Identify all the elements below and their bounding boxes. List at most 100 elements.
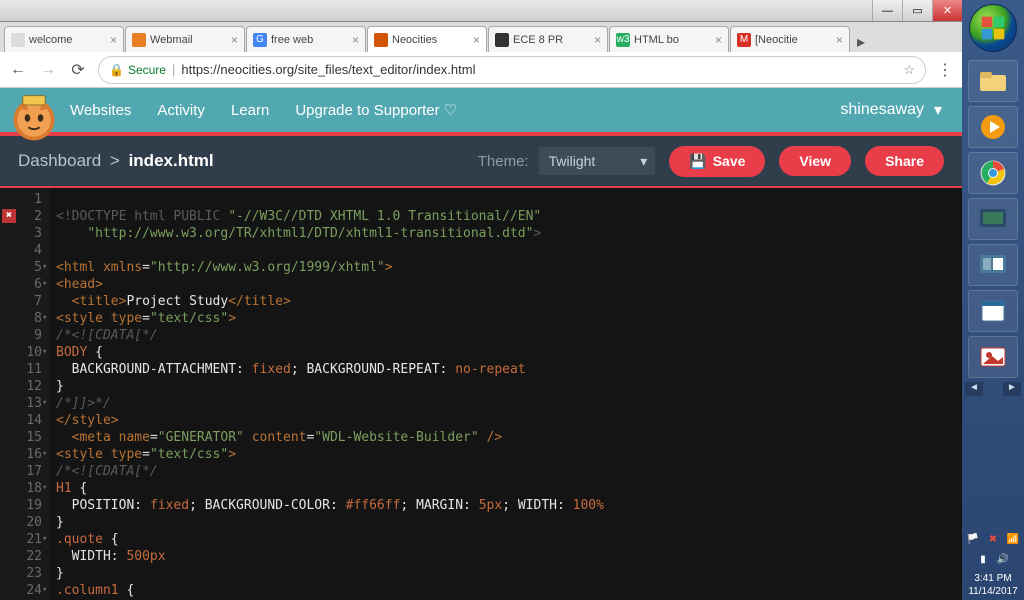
breadcrumb-dashboard[interactable]: Dashboard: [18, 151, 101, 170]
code-line[interactable]: "http://www.w3.org/TR/xhtml1/DTD/xhtml1-…: [56, 225, 962, 242]
gutter-line-number: 17: [0, 463, 42, 480]
browser-tab[interactable]: Neocities×: [367, 26, 487, 52]
bookmark-star-icon[interactable]: ☆: [903, 62, 915, 78]
taskbar-item-explorer[interactable]: [968, 60, 1018, 102]
address-bar[interactable]: 🔒 Secure | https://neocities.org/site_fi…: [98, 56, 926, 84]
code-line[interactable]: /*<![CDATA[*/: [56, 463, 962, 480]
fold-toggle-icon[interactable]: ▾: [42, 395, 47, 412]
chrome-menu-button[interactable]: ⋮: [936, 60, 954, 80]
code-line[interactable]: }: [56, 378, 962, 395]
code-line[interactable]: ▾<style type="text/css">: [56, 446, 962, 463]
tab-close-icon[interactable]: ×: [110, 33, 117, 47]
nav-activity[interactable]: Activity: [157, 102, 205, 119]
tab-close-icon[interactable]: ×: [473, 33, 480, 47]
url-text: https://neocities.org/site_files/text_ed…: [181, 62, 897, 77]
error-marker-icon[interactable]: ✖: [2, 209, 16, 223]
tray-volume-icon[interactable]: 🔊: [996, 554, 1010, 568]
taskbar-item-desktop[interactable]: [968, 198, 1018, 240]
code-line[interactable]: WIDTH: 500px: [56, 548, 962, 565]
code-line[interactable]: <!DOCTYPE html PUBLIC "-//W3C//DTD XHTML…: [56, 208, 962, 225]
tab-close-icon[interactable]: ×: [594, 33, 601, 47]
username-label: shinesaway: [840, 101, 924, 119]
code-line[interactable]: </style>: [56, 412, 962, 429]
taskbar-item-photos[interactable]: [968, 336, 1018, 378]
tab-close-icon[interactable]: ×: [715, 33, 722, 47]
forward-button[interactable]: →: [38, 60, 58, 80]
editor-toolbar: Dashboard > index.html Theme: Twilight 💾…: [0, 136, 962, 188]
tray-flag-icon[interactable]: 🏳️: [966, 534, 980, 548]
fold-toggle-icon[interactable]: ▾: [42, 446, 47, 463]
window-minimize-button[interactable]: —: [872, 0, 902, 21]
editor-code-area[interactable]: <!DOCTYPE html PUBLIC "-//W3C//DTD XHTML…: [50, 188, 962, 600]
window-close-button[interactable]: ✕: [932, 0, 962, 21]
fold-toggle-icon[interactable]: ▾: [42, 310, 47, 327]
code-line[interactable]: /*<![CDATA[*/: [56, 327, 962, 344]
fold-toggle-icon[interactable]: ▾: [42, 276, 47, 293]
gutter-line-number: 15: [0, 429, 42, 446]
window-maximize-button[interactable]: ▭: [902, 0, 932, 21]
fold-toggle-icon[interactable]: ▾: [42, 480, 47, 497]
browser-tab[interactable]: Gfree web×: [246, 26, 366, 52]
browser-window: — ▭ ✕ welcome×Webmail×Gfree web×Neocitie…: [0, 0, 962, 600]
tab-close-icon[interactable]: ×: [352, 33, 359, 47]
code-line[interactable]: <title>Project Study</title>: [56, 293, 962, 310]
code-line[interactable]: ▾BODY {: [56, 344, 962, 361]
nav-websites[interactable]: Websites: [70, 102, 131, 119]
taskbar-item-notes[interactable]: [968, 290, 1018, 332]
fold-toggle-icon[interactable]: ▾: [42, 582, 47, 599]
breadcrumb: Dashboard > index.html: [18, 151, 214, 171]
tab-close-icon[interactable]: ×: [231, 33, 238, 47]
code-line[interactable]: <meta name="GENERATOR" content="WDL-Webs…: [56, 429, 962, 446]
chevron-down-icon: ▾: [934, 100, 942, 120]
taskbar-item-app[interactable]: [968, 244, 1018, 286]
user-menu[interactable]: shinesaway ▾: [840, 100, 942, 120]
code-line[interactable]: BACKGROUND-ATTACHMENT: fixed; BACKGROUND…: [56, 361, 962, 378]
code-line[interactable]: ▾.quote {: [56, 531, 962, 548]
system-clock[interactable]: 3:41 PM 11/14/2017: [962, 572, 1024, 598]
code-line[interactable]: ▾H1 {: [56, 480, 962, 497]
code-line[interactable]: }: [56, 514, 962, 531]
fold-toggle-icon[interactable]: ▾: [42, 344, 47, 361]
neocities-logo-icon[interactable]: [6, 90, 62, 146]
code-line[interactable]: POSITION: fixed; BACKGROUND-COLOR: #ff66…: [56, 497, 962, 514]
nav-upgrade[interactable]: Upgrade to Supporter ♡: [295, 101, 457, 119]
browser-tab[interactable]: welcome×: [4, 26, 124, 52]
view-button[interactable]: View: [779, 146, 851, 176]
taskbar-item-chrome[interactable]: [968, 152, 1018, 194]
code-editor[interactable]: 12✖3456789101112131415161718192021222324…: [0, 188, 962, 600]
theme-selector-group: Theme: Twilight: [478, 147, 656, 175]
save-button[interactable]: 💾 Save: [669, 146, 765, 177]
share-button[interactable]: Share: [865, 146, 944, 176]
reload-button[interactable]: ⟳: [68, 60, 88, 80]
code-line[interactable]: ▾.column1 {: [56, 582, 962, 599]
gutter-line-number: 21: [0, 531, 42, 548]
tab-close-icon[interactable]: ×: [836, 33, 843, 47]
nav-learn[interactable]: Learn: [231, 102, 269, 119]
theme-select[interactable]: Twilight: [539, 147, 656, 175]
code-line[interactable]: ▾<html xmlns="http://www.w3.org/1999/xht…: [56, 259, 962, 276]
code-line[interactable]: }: [56, 565, 962, 582]
browser-tab[interactable]: w3HTML bo×: [609, 26, 729, 52]
code-line[interactable]: ▾<style type="text/css">: [56, 310, 962, 327]
taskbar-item-media-player[interactable]: [968, 106, 1018, 148]
back-button[interactable]: ←: [8, 60, 28, 80]
clock-date: 11/14/2017: [962, 585, 1024, 598]
code-line[interactable]: [56, 242, 962, 259]
code-line[interactable]: ▾<head>: [56, 276, 962, 293]
browser-tab[interactable]: ECE 8 PR×: [488, 26, 608, 52]
code-line[interactable]: [56, 191, 962, 208]
lock-icon: 🔒: [109, 63, 124, 77]
new-tab-button[interactable]: ▸: [851, 32, 871, 52]
fold-toggle-icon[interactable]: ▾: [42, 259, 47, 276]
code-line[interactable]: ▾/*]]>*/: [56, 395, 962, 412]
tray-shield-icon[interactable]: ✖: [986, 534, 1000, 548]
fold-toggle-icon[interactable]: ▾: [42, 531, 47, 548]
browser-tab[interactable]: M[Neocitie×: [730, 26, 850, 52]
taskbar-scroll-down[interactable]: ►: [1003, 382, 1021, 396]
start-button[interactable]: [969, 4, 1017, 52]
tray-signal-icon[interactable]: ▮: [976, 554, 990, 568]
tray-network-icon[interactable]: 📶: [1006, 534, 1020, 548]
tab-label: free web: [271, 34, 313, 46]
taskbar-scroll-up[interactable]: ◄: [965, 382, 983, 396]
browser-tab[interactable]: Webmail×: [125, 26, 245, 52]
